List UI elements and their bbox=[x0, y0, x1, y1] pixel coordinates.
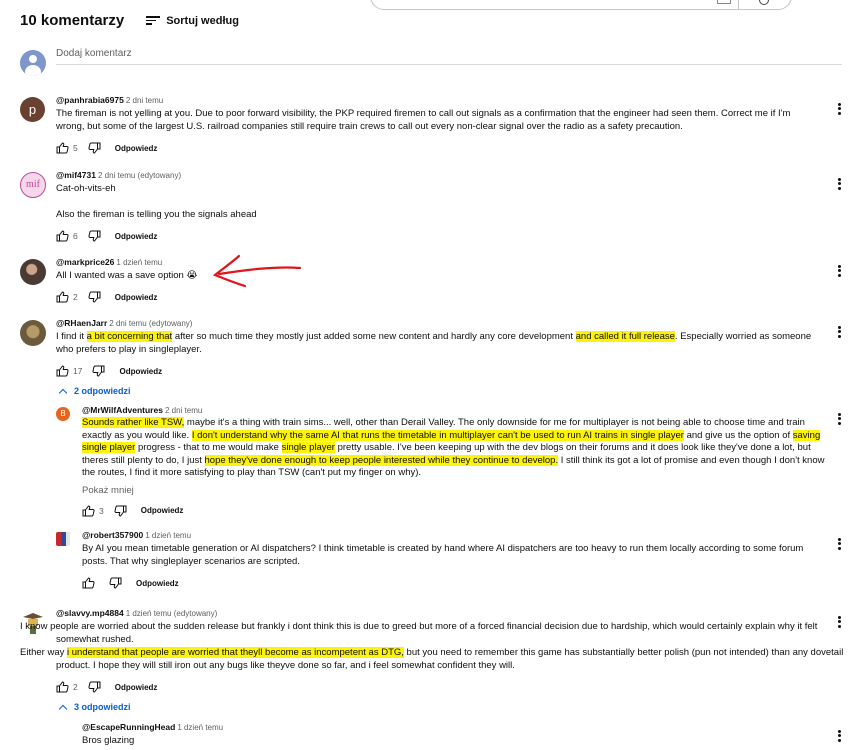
reply-button[interactable]: Odpowiedz bbox=[136, 579, 179, 588]
dislike-icon[interactable] bbox=[92, 365, 105, 377]
more-options-icon[interactable] bbox=[838, 324, 842, 339]
avatar[interactable] bbox=[20, 320, 46, 346]
author-name[interactable]: @EscapeRunningHead bbox=[82, 722, 175, 732]
like-count: 2 bbox=[73, 682, 78, 692]
more-options-icon[interactable] bbox=[838, 176, 842, 191]
like-icon[interactable] bbox=[56, 365, 69, 377]
author-name[interactable]: @mif4731 bbox=[56, 170, 96, 180]
author-name[interactable]: @MrWilfAdventures bbox=[82, 405, 163, 415]
replies-toggle[interactable]: 2 odpowiedzi bbox=[56, 386, 840, 397]
more-options-icon[interactable] bbox=[838, 411, 842, 426]
comment-count: 10 komentarzy bbox=[20, 12, 125, 29]
comment-thread: mif @mif4731 2 dni temu (edytowany) Cat-o… bbox=[20, 170, 842, 245]
avatar[interactable]: p bbox=[20, 97, 45, 122]
author-name[interactable]: @markprice26 bbox=[56, 257, 114, 267]
more-options-icon[interactable] bbox=[838, 101, 842, 116]
reply-comment: @EscapeRunningHead 1 dzień temu Bros glaz… bbox=[56, 722, 842, 750]
reply-button[interactable]: Odpowiedz bbox=[141, 506, 184, 515]
author-name[interactable]: @slavvy.mp4884 bbox=[56, 608, 124, 618]
search-box[interactable] bbox=[370, 0, 792, 10]
sort-icon bbox=[146, 14, 161, 27]
reply-button[interactable]: Odpowiedz bbox=[115, 683, 158, 692]
comment-time[interactable]: 1 dzień temu bbox=[177, 723, 223, 732]
current-user-avatar bbox=[20, 50, 46, 76]
reply-button[interactable]: Odpowiedz bbox=[115, 144, 158, 153]
more-options-icon[interactable] bbox=[838, 728, 842, 743]
avatar[interactable] bbox=[20, 259, 46, 285]
keyboard-icon[interactable] bbox=[717, 0, 731, 4]
like-count: 6 bbox=[73, 231, 78, 241]
reply-button[interactable]: Odpowiedz bbox=[115, 232, 158, 241]
author-name[interactable]: @robert357900 bbox=[82, 530, 143, 540]
add-comment-input[interactable]: Dodaj komentarz bbox=[56, 48, 842, 65]
comment-thread: @RHaenJarr 2 dni temu (edytowany) I find … bbox=[20, 318, 842, 400]
more-options-icon[interactable] bbox=[838, 614, 842, 629]
author-name[interactable]: @panhrabia6975 bbox=[56, 95, 124, 105]
comment-text: Cat-oh-vits-eh Also the fireman is telli… bbox=[56, 183, 257, 220]
comment-time[interactable]: 2 dni temu (edytowany) bbox=[98, 171, 181, 180]
comment-text: Bros glazing bbox=[82, 735, 135, 746]
search-icon[interactable] bbox=[759, 0, 769, 5]
dislike-icon[interactable] bbox=[88, 681, 101, 693]
comment-text: By AI you mean timetable generation or A… bbox=[82, 543, 804, 567]
comments-header: 10 komentarzy Sortuj według bbox=[20, 12, 239, 29]
avatar[interactable] bbox=[56, 532, 70, 546]
replies-toggle[interactable]: 3 odpowiedzi bbox=[56, 702, 840, 713]
comment-text: All I wanted was a save option 😭 bbox=[56, 270, 198, 281]
like-icon[interactable] bbox=[82, 577, 95, 589]
comment-text: The fireman is not yelling at you. Due t… bbox=[56, 108, 791, 132]
show-less-link[interactable]: Pokaż mniej bbox=[82, 485, 840, 496]
sort-button[interactable]: Sortuj według bbox=[146, 14, 239, 27]
dislike-icon[interactable] bbox=[109, 577, 122, 589]
more-options-icon[interactable] bbox=[838, 263, 842, 278]
dislike-icon[interactable] bbox=[88, 291, 101, 303]
comment-thread: @slavvy.mp4884 1 dzień temu (edytowany) I… bbox=[20, 608, 843, 718]
like-icon[interactable] bbox=[56, 291, 69, 303]
comment-time[interactable]: 2 dni temu bbox=[165, 406, 202, 415]
comment-time[interactable]: 2 dni temu bbox=[126, 96, 163, 105]
search-divider bbox=[738, 0, 739, 9]
comment-time[interactable]: 1 dzień temu bbox=[145, 531, 191, 540]
like-count: 3 bbox=[99, 505, 104, 516]
annotation-arrow bbox=[212, 254, 302, 288]
like-icon[interactable] bbox=[56, 142, 69, 154]
like-count: 5 bbox=[73, 143, 78, 153]
comment-time[interactable]: 1 dzień temu (edytowany) bbox=[126, 609, 218, 618]
reply-button[interactable]: Odpowiedz bbox=[115, 293, 158, 302]
comment-time[interactable]: 1 dzień temu bbox=[116, 258, 162, 267]
comment-time[interactable]: 2 dni temu (edytowany) bbox=[109, 319, 192, 328]
avatar[interactable]: B bbox=[56, 407, 70, 421]
like-icon[interactable] bbox=[56, 230, 69, 242]
comment-text: I find it a bit concerning that after so… bbox=[56, 331, 812, 355]
author-name[interactable]: @RHaenJarr bbox=[56, 318, 107, 328]
avatar[interactable]: mif bbox=[20, 172, 46, 198]
like-icon[interactable] bbox=[56, 681, 69, 693]
comment-text: Sounds rather like TSW, maybe it's a thi… bbox=[82, 417, 825, 479]
dislike-icon[interactable] bbox=[114, 505, 127, 517]
like-count: 17 bbox=[73, 366, 83, 376]
comment-thread: p @panhrabia6975 2 dni temu The fireman i… bbox=[20, 95, 842, 157]
reply-button[interactable]: Odpowiedz bbox=[119, 367, 162, 376]
dislike-icon[interactable] bbox=[88, 142, 101, 154]
comment-thread: @markprice26 1 dzień temu All I wanted wa… bbox=[20, 257, 842, 307]
more-options-icon[interactable] bbox=[838, 536, 842, 551]
sort-label: Sortuj według bbox=[166, 14, 239, 27]
like-count: 2 bbox=[73, 292, 78, 302]
like-icon[interactable] bbox=[82, 505, 95, 517]
reply-comment: B @MrWilfAdventures 2 dni temu Sounds rat… bbox=[56, 405, 842, 523]
comment-text: I know people are worried about the sudd… bbox=[20, 621, 844, 671]
chevron-up-icon bbox=[58, 704, 68, 713]
reply-comment: @robert357900 1 dzień temu By AI you mean… bbox=[56, 530, 842, 592]
dislike-icon[interactable] bbox=[88, 230, 101, 242]
chevron-up-icon bbox=[58, 388, 68, 397]
